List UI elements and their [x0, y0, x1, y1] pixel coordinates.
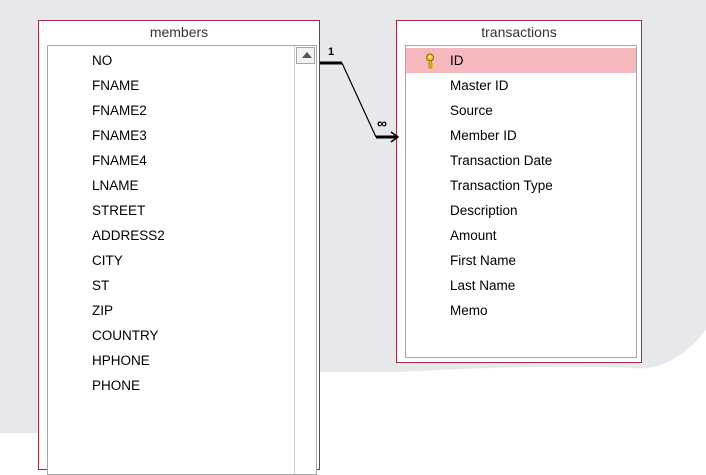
relationship-many-label: ∞ — [377, 115, 387, 131]
relationship-one-label: 1 — [328, 46, 335, 58]
relationship-line[interactable] — [0, 0, 706, 433]
